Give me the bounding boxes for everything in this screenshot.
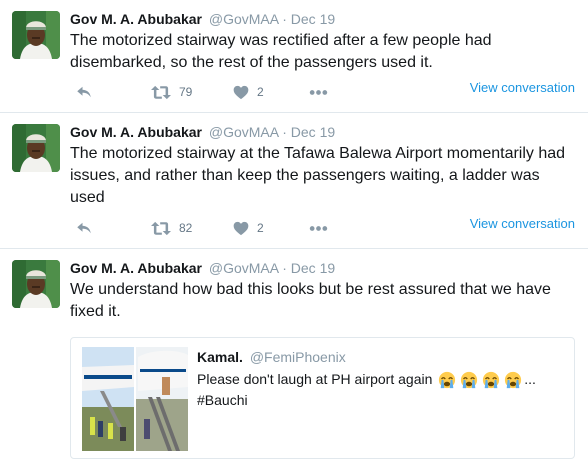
loudly-crying-face-icon [438, 371, 456, 389]
tweet-text: The motorized stairway at the Tafawa Bal… [70, 145, 566, 206]
reply-button[interactable] [75, 82, 93, 102]
retweet-count: 79 [179, 85, 193, 99]
avatar[interactable] [12, 11, 60, 59]
quoted-text-ellipsis: ... [524, 371, 536, 387]
retweet-count: 82 [179, 221, 193, 235]
quoted-tweet-header: Kamal. @FemiPhoenix [197, 348, 346, 366]
quoted-author-handle[interactable]: @FemiPhoenix [250, 349, 346, 365]
tweet-text: We understand how bad this looks but be … [70, 281, 551, 320]
separator: · [282, 260, 287, 276]
loudly-crying-face-icon [482, 371, 500, 389]
tweet[interactable]: Gov M. A. Abubakar @GovMAA · Dec 19 We u… [0, 249, 588, 464]
hashtag[interactable]: #Bauchi [197, 392, 248, 408]
avatar[interactable] [12, 124, 60, 172]
avatar[interactable] [12, 260, 60, 308]
tweet-header: Gov M. A. Abubakar @GovMAA · Dec 19 [70, 123, 335, 141]
more-button[interactable] [309, 82, 328, 102]
like-button[interactable]: 2 [233, 218, 264, 238]
tweet-text: The motorized stairway was rectified aft… [70, 32, 492, 71]
separator: · [282, 124, 287, 140]
reply-icon [75, 83, 93, 101]
retweet-button[interactable]: 82 [151, 218, 192, 238]
reply-icon [75, 219, 93, 237]
heart-icon [233, 85, 249, 100]
more-icon [309, 225, 328, 232]
reply-button[interactable] [75, 218, 93, 238]
quoted-author-name[interactable]: Kamal. [197, 349, 243, 365]
author-name[interactable]: Gov M. A. Abubakar [70, 124, 202, 140]
tweet-date[interactable]: Dec 19 [291, 260, 335, 276]
tweet-header: Gov M. A. Abubakar @GovMAA · Dec 19 [70, 259, 335, 277]
quoted-tweet[interactable]: Kamal. @FemiPhoenix Please don't laugh a… [70, 337, 575, 459]
view-conversation-link[interactable]: View conversation [470, 80, 575, 95]
retweet-button[interactable]: 79 [151, 82, 192, 102]
tweet[interactable]: Gov M. A. Abubakar @GovMAA · Dec 19 The … [0, 0, 588, 113]
loudly-crying-face-icon [504, 371, 522, 389]
heart-icon [233, 221, 249, 236]
author-name[interactable]: Gov M. A. Abubakar [70, 11, 202, 27]
tweet-header: Gov M. A. Abubakar @GovMAA · Dec 19 [70, 10, 335, 28]
separator: · [282, 11, 287, 27]
author-name[interactable]: Gov M. A. Abubakar [70, 260, 202, 276]
quoted-tweet-text: Please don't laugh at PH airport again .… [197, 369, 567, 411]
more-icon [309, 89, 328, 96]
author-handle[interactable]: @GovMAA [209, 260, 278, 276]
author-handle[interactable]: @GovMAA [209, 124, 278, 140]
retweet-icon [151, 220, 171, 237]
like-button[interactable]: 2 [233, 82, 264, 102]
tweet[interactable]: Gov M. A. Abubakar @GovMAA · Dec 19 The … [0, 113, 588, 249]
quoted-text-body: Please don't laugh at PH airport again [197, 371, 433, 387]
tweet-date[interactable]: Dec 19 [291, 11, 335, 27]
more-button[interactable] [309, 218, 328, 238]
like-count: 2 [257, 85, 264, 99]
loudly-crying-face-icon [460, 371, 478, 389]
retweet-icon [151, 84, 171, 101]
view-conversation-link[interactable]: View conversation [470, 216, 575, 231]
like-count: 2 [257, 221, 264, 235]
author-handle[interactable]: @GovMAA [209, 11, 278, 27]
tweet-date[interactable]: Dec 19 [291, 124, 335, 140]
quoted-tweet-image[interactable] [82, 347, 188, 451]
